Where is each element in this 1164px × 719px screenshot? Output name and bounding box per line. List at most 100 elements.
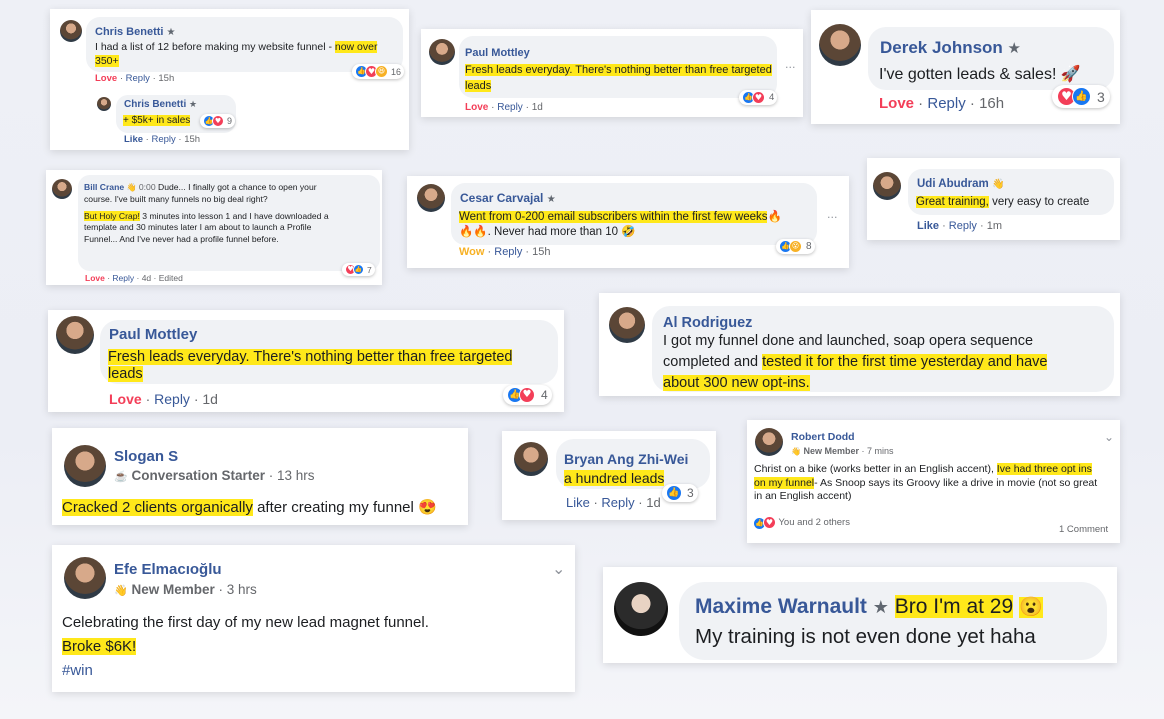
star-icon: ★: [189, 100, 198, 110]
avatar[interactable]: [755, 428, 783, 456]
avatar[interactable]: [873, 172, 901, 200]
chevron-down-icon[interactable]: ⌄: [552, 559, 565, 578]
comment-card-paul-mottley: Paul Mottley Fresh leads everyday. There…: [421, 29, 803, 117]
reaction-summary[interactable]: 👍 3: [662, 484, 698, 502]
reaction-summary[interactable]: ♥ 👍 7: [342, 263, 375, 276]
timestamp[interactable]: 1m: [987, 220, 1002, 232]
member-badge[interactable]: New Member: [131, 582, 214, 597]
like-link[interactable]: Like: [566, 495, 590, 510]
comment-card-cesar-carvajal: Cesar Carvajal ★ Went from 0-200 email s…: [407, 176, 849, 268]
comment-text: I had a list of 12 before making my webs…: [95, 41, 378, 67]
commenter-name[interactable]: Derek Johnson: [880, 38, 1003, 57]
commenter-name[interactable]: Chris Benetti: [95, 26, 163, 38]
reaction-summary[interactable]: 👍 ♥ 4: [739, 90, 778, 105]
like-icon: 👍: [666, 485, 682, 501]
commenter-name[interactable]: Paul Mottley: [109, 326, 197, 343]
timestamp[interactable]: 3 hrs: [227, 582, 257, 597]
love-icon: ♥: [212, 115, 224, 127]
timestamp[interactable]: 1d: [646, 495, 660, 510]
like-link[interactable]: Like: [917, 220, 939, 232]
star-icon: ★: [1007, 39, 1021, 57]
love-reaction-link[interactable]: Love: [109, 391, 142, 407]
avatar[interactable]: [64, 445, 106, 487]
comment-card-paul-mottley-large: Paul Mottley Fresh leads everyday. There…: [48, 310, 564, 412]
commenter-name[interactable]: Robert Dodd: [791, 431, 855, 443]
timestamp[interactable]: 15h: [184, 134, 200, 145]
comment-text: Went from 0-200 email subscribers within…: [459, 211, 782, 238]
timestamp[interactable]: 7 mins: [867, 446, 894, 456]
avatar[interactable]: [429, 39, 455, 65]
reply-link[interactable]: Reply: [927, 95, 965, 112]
commenter-name[interactable]: Efe Elmacıoğlu: [114, 561, 222, 578]
commenter-name[interactable]: Bryan Ang Zhi-Wei: [564, 451, 688, 467]
more-options-icon[interactable]: ···: [827, 211, 838, 224]
love-reaction-link[interactable]: Love: [879, 95, 914, 112]
avatar[interactable]: [417, 184, 445, 212]
reaction-summary[interactable]: 👍 ♥ 9: [200, 114, 236, 128]
commenter-name[interactable]: Slogan S: [114, 448, 178, 465]
reply-link[interactable]: Reply: [112, 273, 134, 283]
like-icon: 👍: [353, 264, 364, 275]
reply-link[interactable]: Reply: [497, 102, 523, 113]
reply-link[interactable]: Reply: [151, 134, 175, 145]
avatar[interactable]: [514, 442, 548, 476]
love-reaction-link[interactable]: Love: [85, 273, 105, 283]
timestamp[interactable]: 1d: [202, 391, 218, 407]
avatar[interactable]: [56, 316, 94, 354]
reply-link[interactable]: Reply: [494, 246, 522, 258]
reaction-count: 4: [541, 388, 548, 402]
reply-link[interactable]: Reply: [601, 495, 634, 510]
reaction-summary[interactable]: ♥ 👍 3: [1052, 85, 1110, 108]
avatar[interactable]: [609, 307, 645, 343]
commenter-name[interactable]: Maxime Warnault: [695, 595, 867, 618]
wow-reaction-link[interactable]: Wow: [459, 246, 484, 258]
timestamp[interactable]: 16h: [979, 95, 1004, 112]
timestamp[interactable]: 1d: [532, 102, 543, 113]
more-options-icon[interactable]: ···: [785, 61, 796, 74]
comment-card-bill-crane: Bill Crane 👋 0:00 Dude... I finally got …: [46, 170, 382, 285]
reply-link[interactable]: Reply: [949, 220, 977, 232]
avatar[interactable]: [52, 179, 72, 199]
member-badge[interactable]: Conversation Starter: [131, 468, 265, 483]
timestamp[interactable]: 13 hrs: [277, 468, 315, 483]
reply-link[interactable]: Reply: [126, 73, 150, 84]
avatar[interactable]: [64, 557, 106, 599]
avatar[interactable]: [819, 24, 861, 66]
commenter-name[interactable]: Cesar Carvajal: [460, 191, 543, 205]
love-icon: ♥: [752, 91, 765, 104]
comment-text: Maxime Warnault ★ Bro I'm at 29 😮: [695, 595, 1043, 618]
wow-icon: 😮: [789, 240, 802, 253]
timestamp[interactable]: 4d: [142, 273, 151, 283]
reaction-summary[interactable]: 👍 ♥ You and 2 others: [753, 516, 850, 530]
love-reaction-link[interactable]: Love: [465, 102, 488, 113]
commenter-name[interactable]: Al Rodriguez: [663, 315, 752, 331]
avatar[interactable]: [60, 20, 82, 42]
comment-count[interactable]: 1 Comment: [1059, 524, 1108, 535]
commenter-name[interactable]: Udi Abudram: [917, 178, 989, 190]
wow-icon: 😮: [1019, 597, 1043, 618]
avatar[interactable]: [97, 97, 111, 111]
like-link[interactable]: Like: [124, 134, 143, 145]
hashtag-link[interactable]: #win: [62, 662, 93, 679]
reaction-summary[interactable]: 👍 ♥ 😆 16: [352, 64, 405, 79]
commenter-name[interactable]: Bill Crane: [84, 182, 124, 192]
fire-icon: 🔥: [767, 211, 782, 223]
comment-text: I got my funnel done and launched, soap …: [663, 333, 1048, 391]
video-time[interactable]: 0:00: [139, 182, 156, 192]
commenter-name[interactable]: Paul Mottley: [465, 47, 530, 59]
timestamp[interactable]: 15h: [532, 246, 550, 258]
reaction-summary[interactable]: 👍 ♥ 4: [503, 385, 552, 405]
timestamp[interactable]: 15h: [158, 73, 174, 84]
reaction-count: 4: [769, 92, 775, 103]
reply-link[interactable]: Reply: [154, 391, 190, 407]
chevron-down-icon[interactable]: ⌄: [1104, 430, 1114, 444]
rocket-icon: 🚀: [1060, 66, 1081, 83]
reaction-summary[interactable]: 👍 😮 8: [776, 239, 815, 254]
love-reaction-link[interactable]: Love: [95, 73, 117, 84]
reactors-text[interactable]: You and 2 others: [778, 517, 850, 528]
member-badge[interactable]: New Member: [803, 446, 859, 456]
avatar[interactable]: [614, 582, 668, 636]
commenter-name[interactable]: Chris Benetti: [124, 99, 186, 110]
like-icon: 👍: [1072, 87, 1091, 106]
edited-label[interactable]: Edited: [159, 273, 183, 283]
